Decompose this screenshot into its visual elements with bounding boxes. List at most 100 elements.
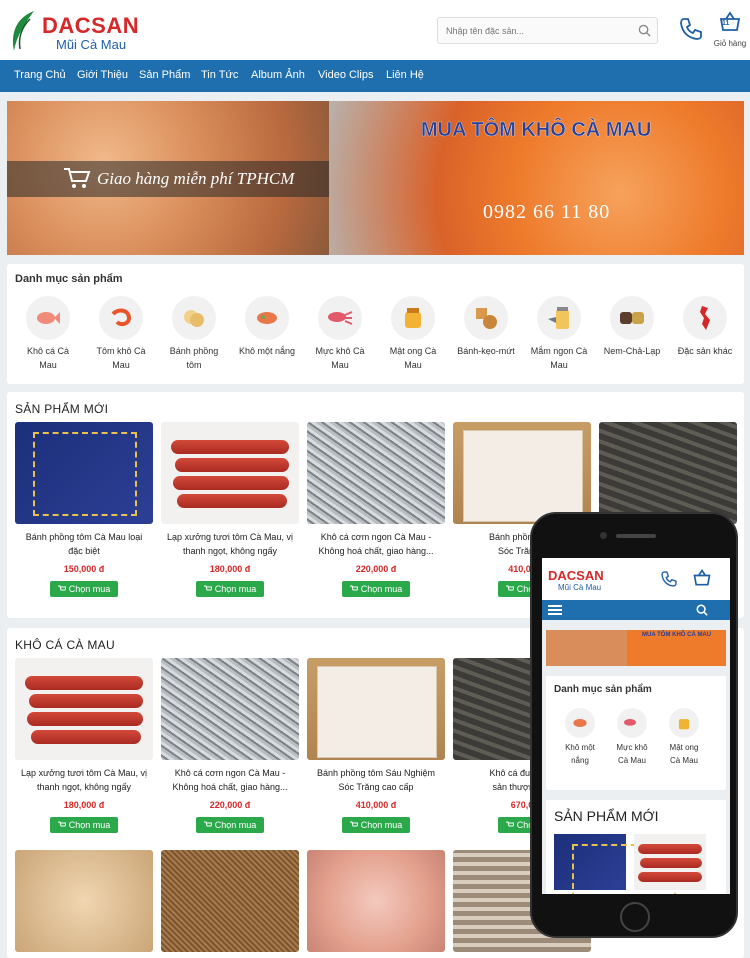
product-card[interactable]	[15, 850, 153, 952]
category-item[interactable]: Mật ong Cà Mau	[378, 296, 448, 372]
cart-icon	[203, 585, 212, 591]
product-price: 150,000 đ	[63, 564, 105, 574]
cart-icon	[505, 821, 514, 827]
buy-button-label: Chọn mua	[214, 584, 257, 594]
nav-about[interactable]: Giới Thiệu	[77, 69, 128, 81]
search-input[interactable]	[438, 18, 628, 43]
nav-contact[interactable]: Liên Hệ	[386, 69, 424, 81]
category-label: Mau	[550, 360, 568, 370]
mobile-category-label: Cà Mau	[669, 756, 698, 765]
product-price: 180,000 đ	[63, 800, 105, 810]
product-image[interactable]	[15, 850, 153, 952]
product-card[interactable]: Lạp xưởng tươi tôm Cà Mau, vị thanh ngọt,…	[161, 422, 299, 597]
category-item[interactable]: Khô một nắng	[232, 296, 302, 358]
category-item[interactable]: Đặc sản khác	[670, 296, 740, 358]
product-card[interactable]: Khô cá cơm ngon Cà Mau - Không hoá chất, …	[307, 422, 445, 597]
cart-icon	[57, 585, 66, 591]
logo-subtext: Mũi Cà Mau	[56, 37, 127, 52]
product-price: 220,000 đ	[355, 564, 397, 574]
category-item[interactable]: Mực khô Cà Mau	[305, 296, 375, 372]
logo-text: DACSAN	[42, 13, 140, 38]
squid-icon	[624, 719, 636, 726]
product-image[interactable]	[15, 658, 153, 760]
nav-album[interactable]: Album Ảnh	[251, 69, 305, 81]
category-label: Mật ong Cà	[389, 346, 437, 356]
nav-home[interactable]: Trang Chủ	[14, 69, 66, 81]
product-name[interactable]: thanh ngọt, không ngấy	[183, 546, 277, 556]
product-image[interactable]	[161, 850, 299, 952]
category-label: Mau	[112, 360, 130, 370]
product-card[interactable]: Bánh phồng tôm Cà Mau loại đặc biệt 150,0…	[15, 422, 153, 597]
product-name[interactable]: đặc biệt	[68, 546, 100, 556]
buy-button[interactable]: Chọn mua	[341, 817, 411, 833]
mobile-banner: MUA TÔM KHÔ CÀ MAU	[546, 630, 726, 666]
cart-count-badge: 11	[722, 20, 730, 27]
product-image[interactable]	[307, 658, 445, 760]
mobile-category-label: Mật ong	[669, 743, 699, 752]
hero-banner[interactable]: Giao hàng miễn phí TPHCM MUA TÔM KHÔ CÀ …	[7, 101, 744, 255]
buy-button[interactable]: Chọn mua	[49, 581, 119, 597]
category-label: Mau	[39, 360, 57, 370]
sauce-jar-icon	[548, 307, 569, 329]
product-card[interactable]: Khô cá cơm ngon Cà Mau - Không hoá chất, …	[161, 658, 299, 833]
product-name[interactable]: Khô cá cơm ngon Cà Mau -	[175, 768, 285, 778]
category-item[interactable]: Mắm ngon Cà Mau	[524, 296, 594, 372]
buy-button[interactable]: Chọn mua	[195, 581, 265, 597]
product-image[interactable]	[453, 422, 591, 524]
category-label: Mắm ngon Cà	[530, 346, 588, 356]
buy-button[interactable]: Chọn mua	[341, 581, 411, 597]
menu-icon	[548, 605, 562, 615]
nav-videos[interactable]: Video Clips	[318, 69, 373, 81]
category-item[interactable]: Nem-Chả-Lạp	[597, 296, 667, 358]
category-item[interactable]: Khô cá Cà Mau	[13, 296, 83, 372]
search-icon[interactable]	[638, 24, 651, 37]
product-card[interactable]: Lạp xưởng tươi tôm Cà Mau, vị thanh ngọt,…	[15, 658, 153, 833]
banner-shipping-text: Giao hàng miễn phí TPHCM	[97, 169, 295, 188]
product-price: 220,000 đ	[209, 800, 251, 810]
product-card[interactable]	[161, 850, 299, 952]
mobile-category-label: Cà Mau	[617, 756, 646, 765]
phone-mockup: DACSAN Mũi Cà Mau MUA TÔM KHÔ CÀ MAU Dan…	[530, 512, 738, 938]
category-label: Mau	[404, 360, 422, 370]
product-name[interactable]: Không hoá chất, giao hàng...	[172, 782, 287, 792]
buy-button[interactable]: Chọn mua	[49, 817, 119, 833]
nav-products[interactable]: Sản Phẩm	[139, 69, 190, 81]
product-image[interactable]	[307, 850, 445, 952]
product-image[interactable]	[161, 658, 299, 760]
phone-icon[interactable]	[678, 16, 704, 42]
product-image[interactable]	[161, 422, 299, 524]
buy-button-label: Chọn mua	[214, 820, 257, 830]
category-item[interactable]: Bánh phồng tôm	[159, 296, 229, 372]
product-card[interactable]	[307, 850, 445, 952]
buy-button-label: Chọn mua	[68, 820, 111, 830]
section-title: SẢN PHẨM MỚI	[15, 402, 109, 416]
product-name[interactable]: Lạp xưởng tươi tôm Cà Mau, vị	[21, 768, 147, 778]
search-box	[437, 17, 658, 44]
section-title: KHÔ CÁ CÀ MAU	[15, 638, 115, 652]
category-item[interactable]: Bánh-kẹo-mứt	[451, 296, 521, 358]
product-card[interactable]: Bánh phồng tôm Sáu Nghiệm Sóc Trăng cao c…	[307, 658, 445, 833]
banner-title: MUA TÔM KHÔ CÀ MAU	[421, 119, 652, 141]
category-label: Bánh phồng	[169, 346, 219, 356]
mobile-category-item: Mật ong Cà Mau	[660, 708, 708, 767]
honey-icon	[678, 719, 690, 730]
mobile-category-label: nắng	[571, 756, 589, 765]
product-name[interactable]: Bánh phồng tôm Cà Mau loại	[26, 532, 143, 542]
product-name[interactable]: thanh ngọt, không ngấy	[37, 782, 131, 792]
nav-news[interactable]: Tin Tức	[201, 69, 238, 81]
product-name[interactable]: Không hoá chất, giao hàng...	[318, 546, 433, 556]
cookie-icon	[476, 308, 497, 329]
product-name[interactable]: Bánh phồng tôm Sáu Nghiệm	[317, 768, 435, 778]
product-image[interactable]	[15, 422, 153, 524]
product-image[interactable]	[599, 422, 737, 524]
category-item[interactable]: Tôm khô Cà Mau	[86, 296, 156, 372]
phone-camera	[600, 532, 607, 539]
product-name[interactable]: Lạp xưởng tươi tôm Cà Mau, vị	[167, 532, 293, 542]
site-logo[interactable]: DACSAN Mũi Cà Mau	[8, 7, 148, 55]
buy-button[interactable]: Chọn mua	[195, 817, 265, 833]
product-name[interactable]: Sóc Trăng cao cấp	[338, 782, 413, 792]
cart-button[interactable]: 11 Giỏ hàng	[712, 10, 748, 50]
product-card[interactable]	[599, 422, 737, 524]
product-image[interactable]	[307, 422, 445, 524]
product-name[interactable]: Khô cá cơm ngon Cà Mau -	[321, 532, 431, 542]
